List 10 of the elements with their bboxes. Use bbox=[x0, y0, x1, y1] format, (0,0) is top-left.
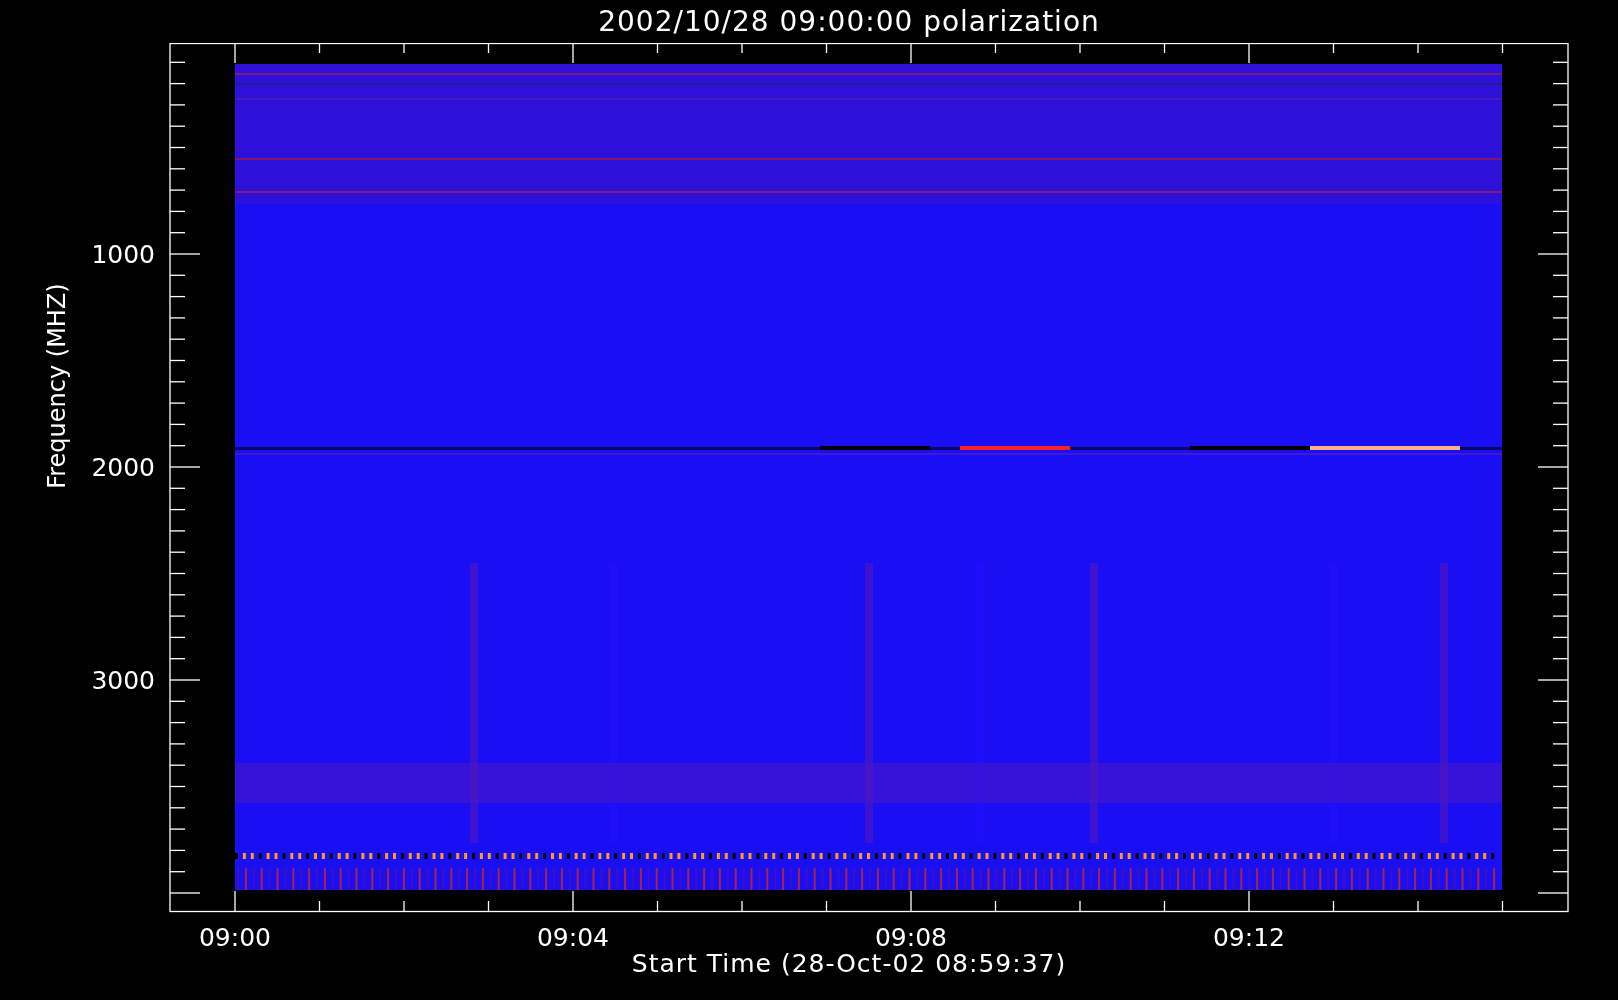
chart-title: 2002/10/28 09:00:00 polarization bbox=[597, 4, 1101, 40]
x-axis-label: Start Time (28-Oct-02 08:59:37) bbox=[630, 949, 1068, 978]
x-tick-label: 09:08 bbox=[875, 923, 947, 952]
y-tick-label: 3000 bbox=[91, 666, 155, 695]
y-tick-label: 2000 bbox=[91, 453, 155, 482]
y-tick-label: 1000 bbox=[91, 240, 155, 269]
x-tick-label: 09:12 bbox=[1213, 923, 1285, 952]
x-tick-label: 09:04 bbox=[537, 923, 609, 952]
y-axis-label: Frequency (MHZ) bbox=[43, 283, 71, 489]
x-tick-label: 09:00 bbox=[199, 923, 271, 952]
